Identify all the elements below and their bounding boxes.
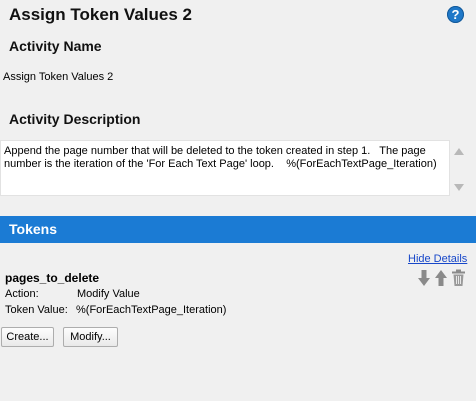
modify-button[interactable]: Modify... xyxy=(63,327,118,347)
token-value-label: Token Value: xyxy=(5,304,68,316)
token-name: pages_to_delete xyxy=(5,271,100,285)
token-action-label: Action: xyxy=(5,288,39,300)
token-action-value: Modify Value xyxy=(77,288,140,300)
create-button[interactable]: Create... xyxy=(1,327,54,347)
page-title: Assign Token Values 2 xyxy=(9,5,192,24)
title-bar: Assign Token Values 2 ? xyxy=(0,0,476,30)
scroll-up-arrow-icon[interactable] xyxy=(454,148,464,155)
tokens-section-header: Tokens xyxy=(0,216,476,243)
activity-description-textarea[interactable]: Append the page number that will be dele… xyxy=(0,140,450,196)
help-icon[interactable]: ? xyxy=(447,6,464,23)
activity-name-heading: Activity Name xyxy=(9,38,102,54)
activity-description-heading: Activity Description xyxy=(9,111,141,127)
tokens-heading: Tokens xyxy=(9,221,57,237)
delete-trash-icon[interactable] xyxy=(451,269,466,287)
scroll-down-arrow-icon[interactable] xyxy=(454,184,464,191)
description-scrollbar[interactable] xyxy=(452,140,468,196)
token-value: %(ForEachTextPage_Iteration) xyxy=(76,304,227,316)
move-up-arrow-icon[interactable] xyxy=(434,269,448,287)
token-actions xyxy=(417,269,469,287)
hide-details-link[interactable]: Hide Details xyxy=(408,253,467,265)
activity-name-value[interactable]: Assign Token Values 2 xyxy=(3,71,113,83)
move-down-arrow-icon[interactable] xyxy=(417,269,431,287)
